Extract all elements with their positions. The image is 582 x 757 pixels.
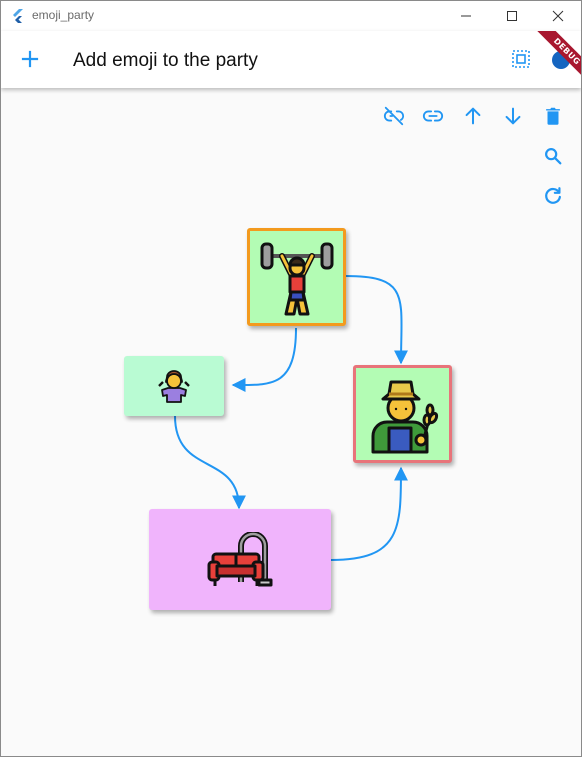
couch-emoji (207, 531, 273, 586)
app-bar: Add emoji to the party (1, 31, 581, 88)
page-title: Add emoji to the party (73, 50, 258, 71)
person-shrugging-emoji (158, 370, 190, 403)
plus-icon (21, 50, 39, 68)
app-window: emoji_party Add emoji to the party DEBUG (0, 0, 582, 757)
edge-couch-to-farmer[interactable] (330, 466, 408, 561)
minimize-icon (461, 15, 471, 17)
node-weightlifter[interactable] (247, 228, 346, 326)
edge-weightlifter-to-farmer[interactable] (345, 275, 409, 365)
window-title: emoji_party (32, 8, 95, 22)
node-shrug[interactable] (124, 356, 224, 416)
edge-weightlifter-to-shrug[interactable] (231, 327, 297, 393)
maximize-icon (507, 11, 517, 21)
minimize-button[interactable] (443, 1, 489, 31)
add-emoji-button[interactable] (15, 44, 45, 74)
graph-canvas[interactable] (1, 88, 581, 756)
node-farmer[interactable] (353, 365, 452, 463)
window-titlebar[interactable]: emoji_party (1, 1, 581, 31)
graph-edges (174, 275, 409, 561)
edge-shrug-to-couch[interactable] (174, 415, 246, 510)
weightlifter-emoji (260, 242, 333, 316)
farmer-emoji (371, 380, 438, 454)
select-all-icon[interactable] (509, 47, 533, 71)
close-icon (552, 10, 564, 22)
node-couch[interactable] (149, 509, 331, 610)
avatar[interactable] (550, 49, 572, 71)
maximize-button[interactable] (489, 1, 535, 31)
flutter-logo-icon (13, 9, 23, 23)
close-button[interactable] (535, 1, 581, 31)
